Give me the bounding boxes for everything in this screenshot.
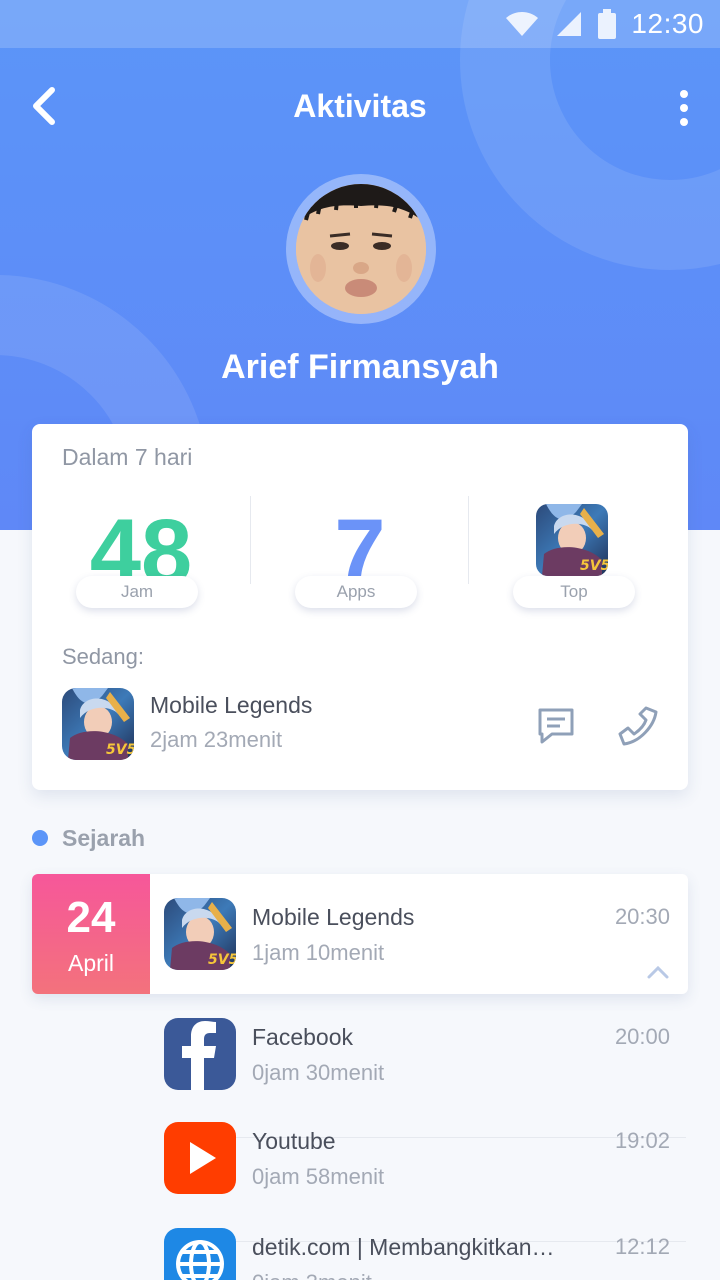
history-label: Sejarah	[62, 824, 146, 851]
history-item-name: Youtube	[252, 1128, 336, 1154]
history-item-time: 12:12	[614, 1234, 670, 1259]
history-item[interactable]: Youtube 0jam 58menit 19:02	[164, 1122, 686, 1242]
history-header: Sejarah	[32, 822, 145, 854]
wifi-icon	[506, 12, 539, 36]
stat-apps: 7 Apps	[251, 496, 469, 616]
history-item-time: 19:02	[614, 1128, 670, 1153]
history-item-duration: 0jam 30menit	[252, 1060, 385, 1085]
phone-icon	[618, 706, 658, 746]
bullet-dot	[32, 830, 48, 846]
youtube-icon	[190, 1142, 216, 1174]
history-item-time: 20:00	[614, 1024, 670, 1049]
avatar-ring	[286, 174, 436, 324]
page-title: Aktivitas	[293, 88, 427, 124]
message-button[interactable]	[534, 704, 578, 748]
avatar-photo	[296, 184, 426, 314]
history-item-name: detik.com | Membangkitkan…	[252, 1234, 555, 1260]
profile-name: Arief Firmansyah	[221, 348, 499, 386]
history-item[interactable]: Facebook 0jam 30menit 20:00	[164, 1018, 686, 1138]
mobile-legends-icon	[62, 688, 134, 760]
history-item-icon	[164, 1018, 236, 1090]
current-app-duration: 2jam 23menit	[150, 727, 283, 752]
facebook-icon	[182, 1021, 216, 1090]
history-item-duration: 0jam 58menit	[252, 1164, 385, 1189]
chevron-up-icon	[647, 965, 669, 979]
history-item-duration: 0jam 3menit	[252, 1270, 372, 1280]
summary-card: Dalam 7 hari 48 Jam 7 Apps Top Sedang: M…	[32, 424, 688, 790]
mobile-legends-icon	[164, 898, 236, 970]
stat-hours-label: Jam	[76, 576, 198, 608]
more-options-button[interactable]	[672, 88, 696, 128]
battery-icon	[598, 9, 617, 39]
history-item-icon	[164, 898, 236, 970]
globe-icon	[176, 1240, 224, 1280]
history-item-icon	[164, 1122, 236, 1194]
history-item-icon	[164, 1228, 236, 1280]
status-time: 12:30	[631, 8, 704, 39]
avatar[interactable]	[296, 184, 426, 314]
stat-top-app[interactable]: Top	[469, 496, 687, 616]
summary-period: Dalam 7 hari	[62, 444, 193, 470]
current-label: Sedang:	[62, 644, 144, 669]
history-item-time: 20:30	[614, 904, 670, 929]
current-app-icon	[62, 688, 134, 760]
date-badge: 24 April	[32, 874, 150, 994]
status-bar: 12:30	[0, 0, 720, 48]
signal-icon	[557, 12, 582, 36]
history-item-name: Facebook	[252, 1024, 354, 1050]
date-day: 24	[66, 893, 116, 942]
history-item-name: Mobile Legends	[252, 904, 415, 930]
current-app-name: Mobile Legends	[150, 692, 313, 718]
history-item[interactable]: Mobile Legends 1jam 10menit 20:30	[164, 898, 686, 1002]
date-month: April	[67, 950, 114, 976]
history-item-duration: 1jam 10menit	[252, 940, 385, 965]
collapse-button[interactable]	[646, 964, 670, 980]
message-icon	[538, 708, 574, 744]
more-vertical-icon	[680, 90, 688, 126]
history-item[interactable]: detik.com | Membangkitkan… 0jam 3menit 1…	[164, 1228, 686, 1280]
stat-hours: 48 Jam	[32, 496, 250, 616]
mobile-legends-icon	[536, 504, 608, 576]
call-button[interactable]	[616, 704, 660, 748]
top-bar: Aktivitas	[0, 68, 720, 148]
stat-top-label: Top	[513, 576, 635, 608]
stat-apps-label: Apps	[295, 576, 417, 608]
